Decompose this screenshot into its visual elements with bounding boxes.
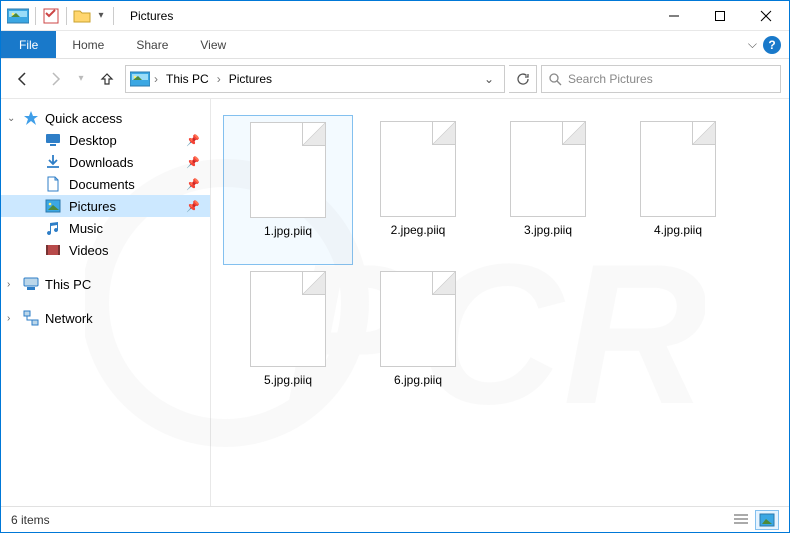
file-icon	[510, 121, 586, 217]
sidebar-item-label: Quick access	[45, 111, 122, 126]
help-icon[interactable]: ?	[763, 36, 781, 54]
file-name-label: 5.jpg.piiq	[264, 373, 312, 387]
star-icon	[23, 110, 39, 126]
file-name-label: 6.jpg.piiq	[394, 373, 442, 387]
sidebar-item-label: Network	[45, 311, 93, 326]
sidebar-item-downloads[interactable]: Downloads 📌	[1, 151, 210, 173]
navigation-pane: ⌄ Quick access Desktop 📌 Downloads 📌 Doc	[1, 99, 211, 506]
network-icon	[23, 310, 39, 326]
desktop-icon	[45, 132, 61, 148]
sidebar-item-label: This PC	[45, 277, 91, 292]
title-bar: ▾ Pictures	[1, 1, 789, 31]
file-name-label: 3.jpg.piiq	[524, 223, 572, 237]
window-title: Pictures	[122, 9, 651, 23]
ribbon-tabs: File Home Share View ⌵ ?	[1, 31, 789, 59]
close-button[interactable]	[743, 1, 789, 31]
sidebar-item-pictures[interactable]: Pictures 📌	[1, 195, 210, 217]
chevron-down-icon[interactable]: ⌄	[7, 113, 15, 124]
videos-icon	[45, 242, 61, 258]
file-tab[interactable]: File	[1, 31, 56, 58]
sidebar-item-label: Documents	[69, 177, 135, 192]
pin-icon: 📌	[186, 178, 200, 191]
sidebar-item-label: Downloads	[69, 155, 133, 170]
search-icon	[548, 72, 562, 86]
minimize-button[interactable]	[651, 1, 697, 31]
back-button[interactable]	[9, 65, 37, 93]
breadcrumb-chevron-icon[interactable]: ›	[215, 72, 223, 86]
pin-icon: 📌	[186, 200, 200, 213]
chevron-right-icon[interactable]: ›	[7, 313, 10, 324]
file-name-label: 1.jpg.piiq	[264, 224, 312, 238]
file-icon	[380, 271, 456, 367]
recent-locations-button[interactable]: ▾	[73, 65, 89, 93]
location-pictures-icon	[130, 71, 150, 87]
sidebar-item-label: Pictures	[69, 199, 116, 214]
this-pc-icon	[23, 276, 39, 292]
file-item[interactable]: 4.jpg.piiq	[613, 115, 743, 265]
file-item[interactable]: 1.jpg.piiq	[223, 115, 353, 265]
sidebar-item-videos[interactable]: Videos	[1, 239, 210, 261]
file-name-label: 2.jpeg.piiq	[391, 223, 446, 237]
explorer-window: ▾ Pictures File Home Share View ⌵ ? ▾	[0, 0, 790, 533]
address-bar[interactable]: › This PC › Pictures ⌄	[125, 65, 505, 93]
up-button[interactable]	[93, 65, 121, 93]
breadcrumb-chevron-icon[interactable]: ›	[152, 72, 160, 86]
address-dropdown-icon[interactable]: ⌄	[478, 72, 500, 86]
qat-dropdown-icon[interactable]: ▾	[95, 7, 107, 25]
file-icon	[380, 121, 456, 217]
ribbon-collapse-icon[interactable]: ⌵	[748, 37, 757, 52]
large-icons-view-button[interactable]	[755, 510, 779, 530]
breadcrumb-this-pc[interactable]: This PC	[162, 72, 213, 86]
qat-properties-icon[interactable]	[42, 7, 60, 25]
file-icon	[250, 271, 326, 367]
sidebar-quick-access[interactable]: ⌄ Quick access	[1, 107, 210, 129]
details-view-button[interactable]	[729, 510, 753, 530]
sidebar-item-label: Desktop	[69, 133, 117, 148]
status-bar: 6 items	[1, 506, 789, 532]
file-name-label: 4.jpg.piiq	[654, 223, 702, 237]
sidebar-item-desktop[interactable]: Desktop 📌	[1, 129, 210, 151]
content-area: PCR ⌄ Quick access Desktop 📌 Downloads	[1, 99, 789, 506]
search-placeholder: Search Pictures	[568, 72, 653, 86]
sidebar-item-music[interactable]: Music	[1, 217, 210, 239]
quick-access-toolbar: ▾	[1, 7, 122, 25]
file-view[interactable]: 1.jpg.piiq 2.jpeg.piiq 3.jpg.piiq 4.jpg.pii…	[211, 99, 789, 506]
sidebar-this-pc[interactable]: › This PC	[1, 273, 210, 295]
file-item[interactable]: 6.jpg.piiq	[353, 265, 483, 415]
forward-button[interactable]	[41, 65, 69, 93]
tab-view[interactable]: View	[184, 31, 242, 58]
refresh-button[interactable]	[509, 65, 537, 93]
file-item[interactable]: 2.jpeg.piiq	[353, 115, 483, 265]
sidebar-item-documents[interactable]: Documents 📌	[1, 173, 210, 195]
pin-icon: 📌	[186, 156, 200, 169]
pin-icon: 📌	[186, 134, 200, 147]
downloads-icon	[45, 154, 61, 170]
navigation-bar: ▾ › This PC › Pictures ⌄ Search Pictures	[1, 59, 789, 99]
file-item[interactable]: 3.jpg.piiq	[483, 115, 613, 265]
sidebar-network[interactable]: › Network	[1, 307, 210, 329]
search-input[interactable]: Search Pictures	[541, 65, 781, 93]
file-item[interactable]: 5.jpg.piiq	[223, 265, 353, 415]
sidebar-item-label: Music	[69, 221, 103, 236]
file-icon	[250, 122, 326, 218]
qat-folder-icon[interactable]	[73, 7, 91, 25]
breadcrumb-pictures[interactable]: Pictures	[225, 72, 276, 86]
status-item-count: 6 items	[11, 513, 50, 527]
music-icon	[45, 220, 61, 236]
tab-share[interactable]: Share	[120, 31, 184, 58]
sidebar-item-label: Videos	[69, 243, 109, 258]
file-icon	[640, 121, 716, 217]
tab-home[interactable]: Home	[56, 31, 120, 58]
chevron-right-icon[interactable]: ›	[7, 279, 10, 290]
app-icon	[7, 7, 29, 25]
documents-icon	[45, 176, 61, 192]
maximize-button[interactable]	[697, 1, 743, 31]
pictures-icon	[45, 198, 61, 214]
